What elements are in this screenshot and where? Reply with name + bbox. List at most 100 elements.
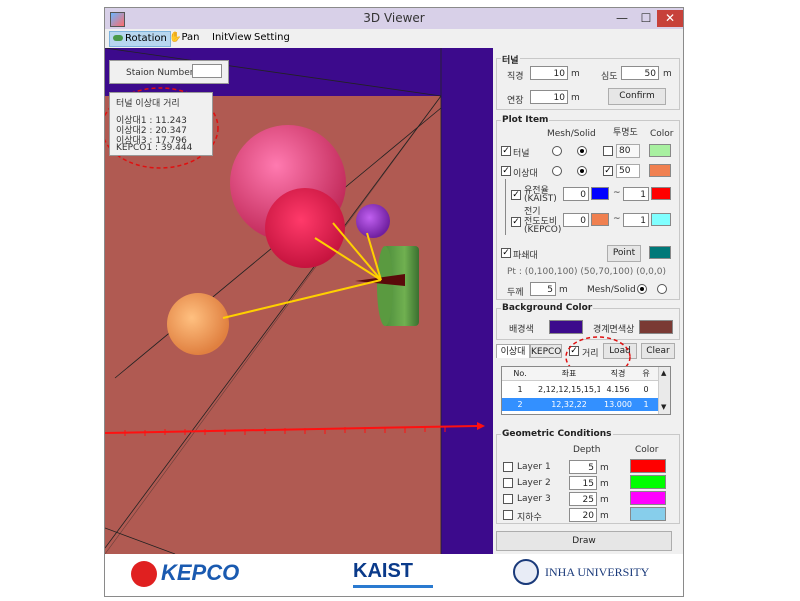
3d-viewport[interactable]: Staion Number 터널 이상대 거리 이상대1 : 11.243 이상… [105, 48, 493, 554]
fracture-label: 파쇄대 [513, 251, 538, 261]
length-input[interactable]: 10 [530, 90, 568, 104]
layer3-checkbox[interactable] [503, 494, 513, 504]
setting-menu[interactable]: Setting [254, 31, 290, 45]
tab-kepco[interactable]: KEPCO [530, 344, 562, 358]
kepco-logo-mark [131, 561, 157, 587]
tunnel-color-swatch[interactable] [649, 144, 671, 157]
logo-bar: KEPCO KAIST INHA UNIVERSITY [105, 554, 683, 596]
kepco-max-input[interactable]: 1 [623, 213, 649, 227]
viewer-window: 3D Viewer — ☐ ✕ Rotation ✋Pan InitView S… [104, 7, 684, 597]
fracture-mesh-radio[interactable] [637, 284, 647, 294]
fracture-points-text: Pt : (0,100,100) (50,70,100) (0,0,0) [507, 267, 667, 277]
kepco-checkbox[interactable]: ✓ [511, 217, 521, 227]
geometric-depth-header: Depth [573, 445, 601, 455]
thickness-unit: m [559, 285, 568, 295]
grid-scrollbar[interactable]: ▲ ▼ [658, 367, 670, 414]
layer3-depth-input[interactable]: 25 [569, 492, 597, 506]
bg-color-label: 배경색 [509, 325, 534, 335]
tunnel-checkbox[interactable]: ✓ [501, 146, 511, 156]
tab-anomaly[interactable]: 이상대 [496, 344, 530, 358]
scroll-up-icon[interactable]: ▲ [661, 369, 666, 377]
right-boundary [441, 48, 493, 554]
anomaly-sphere-2[interactable] [265, 188, 345, 268]
geometric-group: Geometric Conditions Depth Color Layer 1… [496, 429, 680, 524]
groundwater-unit: m [600, 511, 609, 521]
close-button[interactable]: ✕ [657, 10, 683, 27]
kepco-range-sep: ~ [613, 214, 621, 224]
scroll-down-icon[interactable]: ▼ [661, 403, 666, 411]
depth-input[interactable]: 50 [621, 66, 659, 80]
tunnel-item-label: 터널 [513, 149, 530, 159]
tunnel-mesh-radio[interactable] [552, 146, 562, 156]
fracture-solid-radio[interactable] [657, 284, 667, 294]
grid-cell: 12,32,22 [551, 400, 587, 409]
transparency-header: 투명도 [613, 128, 638, 138]
diameter-input[interactable]: 10 [530, 66, 568, 80]
layer3-color[interactable] [630, 491, 666, 505]
title-bar: 3D Viewer — ☐ ✕ [105, 8, 683, 29]
diameter-label: 직경 [507, 72, 524, 82]
groundwater-color[interactable] [630, 507, 666, 521]
layer1-depth-input[interactable]: 5 [569, 460, 597, 474]
anomaly-item-label: 이상대 [513, 169, 538, 179]
anomaly-grid[interactable]: No. 좌표 직경 유 1 2,12,12,15,15,1 4.156 0 2 … [501, 366, 671, 415]
anomaly-mesh-radio[interactable] [552, 166, 562, 176]
maximize-button[interactable]: ☐ [635, 10, 657, 27]
fracture-color-swatch[interactable] [649, 246, 671, 259]
confirm-button[interactable]: Confirm [608, 88, 666, 105]
anomaly-transparency-spin[interactable]: 50 [616, 164, 640, 178]
clear-button[interactable]: Clear [641, 343, 675, 359]
tunnel-group-title: 터널 [501, 53, 520, 66]
tunnel-transparency-spin[interactable]: 80 [616, 144, 640, 158]
rotation-label: Rotation [125, 33, 167, 44]
groundwater-depth-input[interactable]: 20 [569, 508, 597, 522]
kaist-max-color[interactable] [651, 187, 671, 200]
anomaly-checkbox[interactable]: ✓ [501, 166, 511, 176]
layer3-label: Layer 3 [517, 494, 551, 504]
kaist-min-color[interactable] [591, 187, 609, 200]
layer2-depth-input[interactable]: 15 [569, 476, 597, 490]
layer3-unit: m [600, 495, 609, 505]
layer1-checkbox[interactable] [503, 462, 513, 472]
anomaly-sphere-3[interactable] [356, 204, 390, 238]
rotation-menu[interactable]: Rotation [109, 31, 171, 47]
station-input[interactable] [192, 64, 222, 78]
kepco-sphere[interactable] [167, 293, 229, 355]
bg-color-swatch[interactable] [549, 320, 583, 334]
kaist-range-sep: ~ [613, 188, 621, 198]
kepco-max-color[interactable] [651, 213, 671, 226]
layer2-unit: m [600, 479, 609, 489]
kepco-min-color[interactable] [591, 213, 609, 226]
distance-line-4: KEPCO1 : 39.444 [116, 143, 193, 153]
length-label: 연장 [507, 96, 524, 106]
anomaly-transparency-checkbox[interactable]: ✓ [603, 166, 613, 176]
layer1-color[interactable] [630, 459, 666, 473]
anomaly-color-swatch[interactable] [649, 164, 671, 177]
initview-menu[interactable]: InitView [212, 31, 252, 45]
boundary-color-swatch[interactable] [639, 320, 673, 334]
kaist-min-input[interactable]: 0 [563, 187, 589, 201]
tunnel-transparency-checkbox[interactable] [603, 146, 613, 156]
resistivity-sub: (KAIST) [524, 194, 557, 204]
groundwater-checkbox[interactable] [503, 510, 513, 520]
control-panel: 터널 직경 10 m 심도 50 m 연장 10 m Confirm Plot … [493, 48, 683, 554]
point-button[interactable]: Point [607, 245, 641, 262]
anomaly-solid-radio[interactable] [577, 166, 587, 176]
geometric-title: Geometric Conditions [501, 429, 613, 439]
layer2-checkbox[interactable] [503, 478, 513, 488]
draw-button[interactable]: Draw [496, 531, 672, 551]
kaist-checkbox[interactable]: ✓ [511, 190, 521, 200]
kaist-max-input[interactable]: 1 [623, 187, 649, 201]
tunnel-solid-radio[interactable] [577, 146, 587, 156]
table-row[interactable]: 1 2,12,12,15,15,1 4.156 0 [502, 383, 658, 396]
table-row-selected[interactable]: 2 12,32,22 13.000 1 [502, 398, 658, 411]
pan-menu[interactable]: ✋Pan [169, 31, 200, 45]
kepco-min-input[interactable]: 0 [563, 213, 589, 227]
minimize-button[interactable]: — [610, 10, 634, 27]
menu-bar: Rotation ✋Pan InitView Setting [105, 29, 493, 47]
layer2-color[interactable] [630, 475, 666, 489]
inha-logo: INHA UNIVERSITY [545, 565, 650, 579]
thickness-input[interactable]: 5 [530, 282, 556, 296]
plot-item-title: Plot Item [501, 115, 550, 125]
fracture-checkbox[interactable]: ✓ [501, 248, 511, 258]
